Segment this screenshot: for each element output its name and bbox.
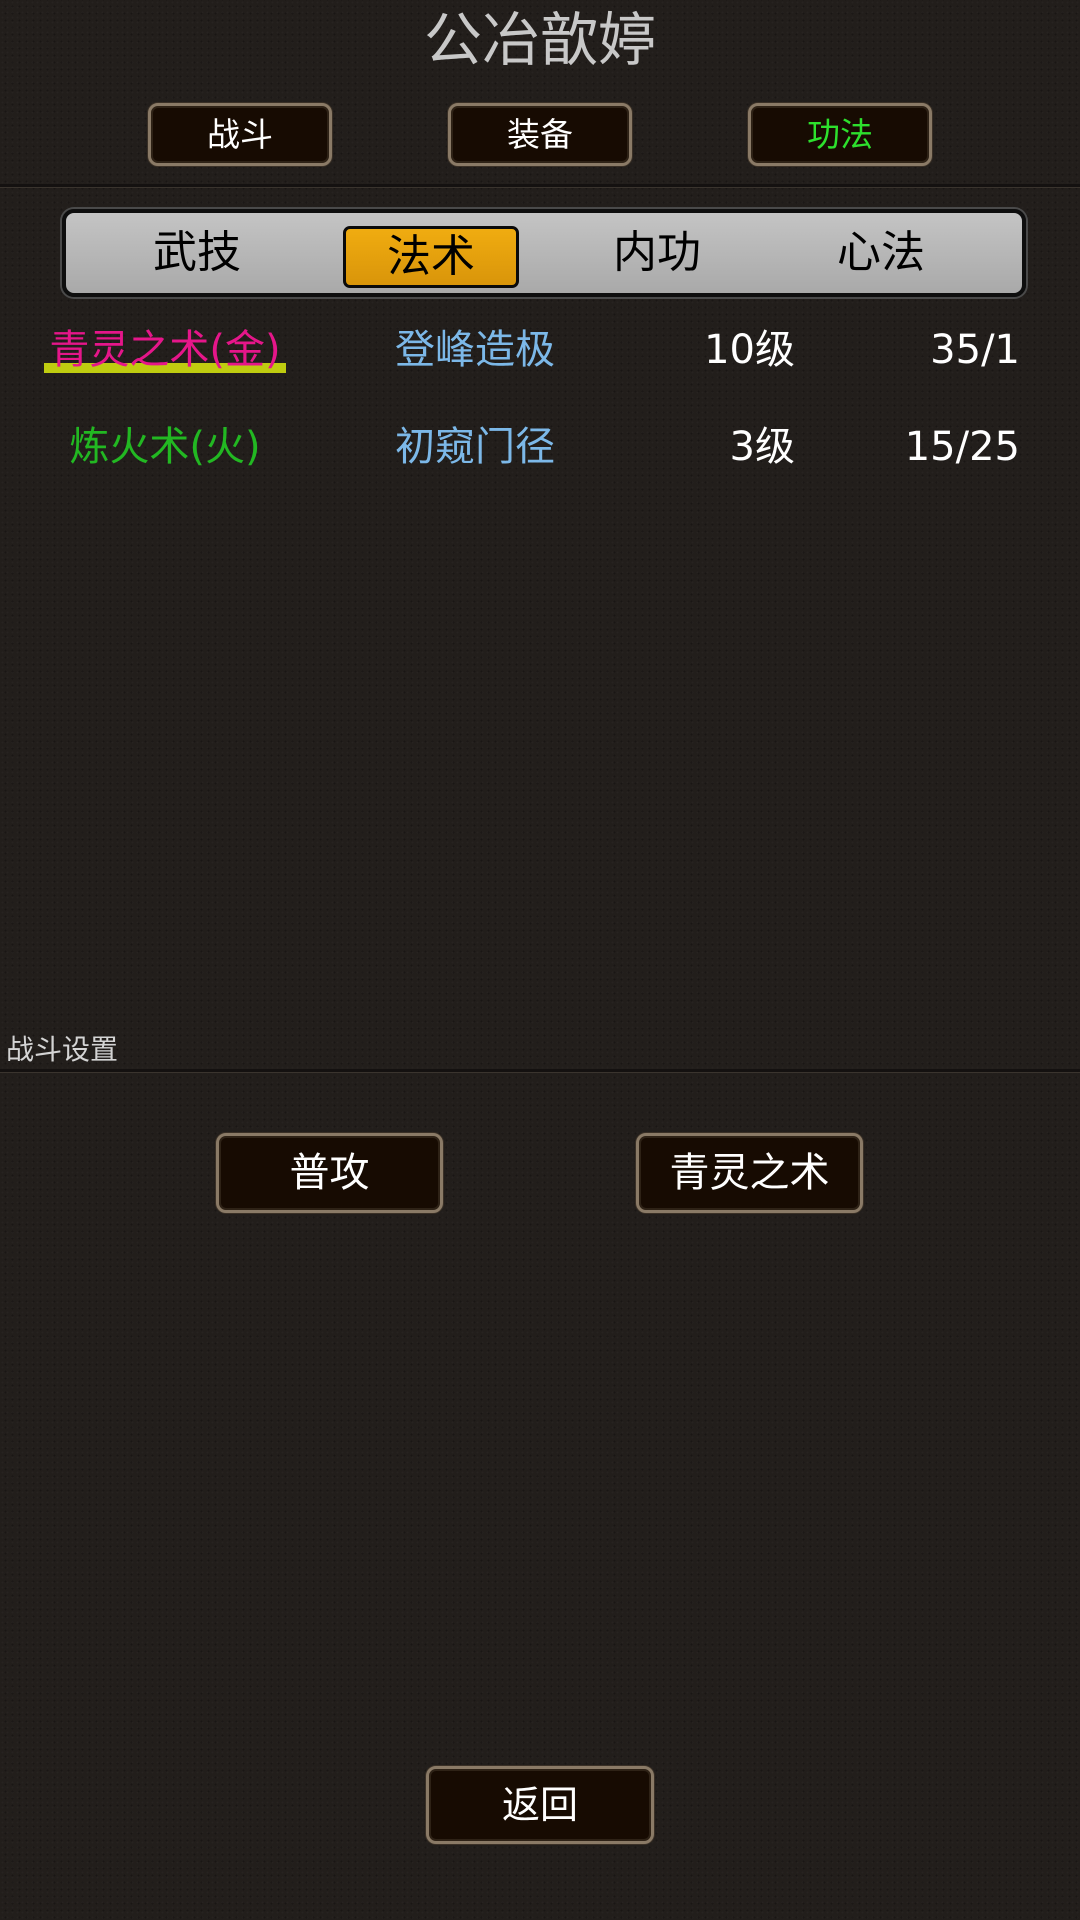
skill-progress: 35/1: [930, 327, 1020, 373]
skill-name: 青灵之术(金): [49, 327, 281, 373]
skill-category-tabs: 武技 法术 内功 心法: [62, 209, 1026, 297]
tab-battle[interactable]: 战斗: [148, 103, 332, 166]
divider: [0, 1069, 1080, 1073]
battle-settings-label: 战斗设置: [6, 1033, 119, 1066]
battle-skill-button[interactable]: 青灵之术: [636, 1133, 863, 1213]
divider: [0, 184, 1080, 188]
skill-level: 10级: [704, 327, 795, 373]
skill-row[interactable]: 炼火术(火) 初窥门径 3级 15/25: [0, 412, 1080, 482]
skill-rank: 登峰造极: [395, 327, 555, 373]
subtab-martial-arts[interactable]: 武技: [109, 213, 285, 293]
page-title: 公冶歆婷: [423, 6, 656, 74]
tab-equipment[interactable]: 装备: [448, 103, 632, 166]
subtab-spells[interactable]: 法术: [343, 226, 519, 288]
skill-name: 炼火术(火): [69, 424, 261, 470]
subtab-inner-power[interactable]: 内功: [569, 213, 745, 293]
skill-rank: 初窥门径: [395, 424, 555, 470]
skill-progress: 15/25: [904, 424, 1020, 470]
tab-skills[interactable]: 功法: [748, 103, 932, 166]
skill-level: 3级: [729, 424, 795, 470]
skill-row[interactable]: 青灵之术(金) 登峰造极 10级 35/1: [0, 315, 1080, 385]
normal-attack-button[interactable]: 普攻: [216, 1133, 443, 1213]
back-button[interactable]: 返回: [426, 1766, 654, 1844]
subtab-mind-method[interactable]: 心法: [793, 213, 969, 293]
